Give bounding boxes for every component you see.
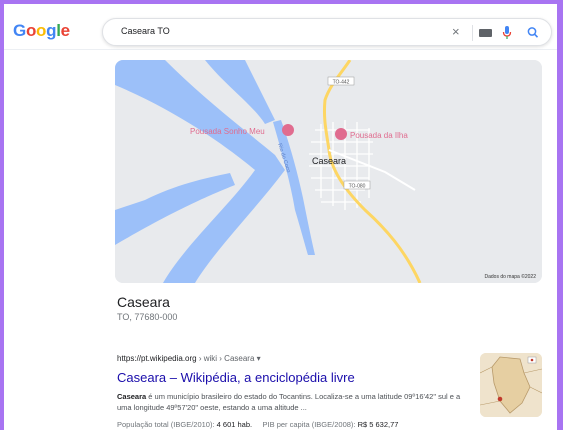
result-thumbnail-map[interactable]	[480, 353, 542, 417]
clear-icon[interactable]: ×	[452, 24, 460, 39]
poi-marker-sonho-meu	[282, 124, 294, 136]
road-shield-to442: TO-442	[333, 80, 350, 86]
result-snippet: Caseara é um município brasileiro do est…	[117, 391, 474, 413]
google-logo[interactable]: Google	[13, 21, 70, 41]
snippet-bold: Caseara	[117, 392, 147, 401]
fact-population-value[interactable]: 4 601 hab.	[217, 420, 252, 429]
logo-letter: g	[46, 21, 57, 40]
fact-gdp-value[interactable]: R$ 5 632,77	[358, 420, 399, 429]
poi-marker-da-ilha	[335, 128, 347, 140]
road-shield-to080: TO-080	[349, 184, 366, 190]
result-title-link[interactable]: Caseara – Wikipédia, a enciclopédia livr…	[117, 370, 355, 385]
result-facts: População total (IBGE/2010): 4 601 hab. …	[117, 420, 398, 429]
result-url-path: › wiki › Caseara	[196, 354, 255, 363]
search-divider	[472, 25, 473, 41]
poi-label-sonho-meu: Pousada Sonho Meu	[190, 127, 265, 136]
logo-letter: o	[36, 21, 47, 40]
fact-population-label: População total (IBGE/2010):	[117, 420, 217, 429]
snippet-text: é um município brasileiro do estado do T…	[117, 392, 461, 412]
result-url-host: https://pt.wikipedia.org	[117, 354, 197, 363]
search-header: Google ×	[4, 4, 557, 50]
result-menu-icon[interactable]: ▾	[254, 354, 261, 363]
logo-letter: G	[13, 21, 26, 40]
logo-letter: o	[25, 21, 37, 40]
microphone-icon[interactable]	[502, 25, 512, 41]
search-input[interactable]	[121, 26, 421, 36]
place-address: TO, 77680-000	[117, 312, 178, 322]
place-title: Caseara	[117, 294, 170, 310]
search-box[interactable]: ×	[102, 18, 552, 46]
logo-letter: e	[60, 21, 70, 40]
map-attribution: Dados do mapa ©2022	[485, 273, 537, 280]
map-preview[interactable]: TO-442 TO-080 Pousada Sonho Meu Pousada …	[115, 60, 542, 283]
town-label: Caseara	[312, 156, 346, 166]
poi-label-da-ilha: Pousada da Ilha	[350, 131, 408, 140]
search-icon[interactable]	[526, 25, 540, 41]
fact-gdp-label: PIB per capita (IBGE/2008):	[262, 420, 358, 429]
browser-page: Google ×	[4, 4, 557, 430]
keyboard-icon[interactable]	[479, 29, 492, 37]
result-url[interactable]: https://pt.wikipedia.org › wiki › Casear…	[117, 354, 261, 363]
